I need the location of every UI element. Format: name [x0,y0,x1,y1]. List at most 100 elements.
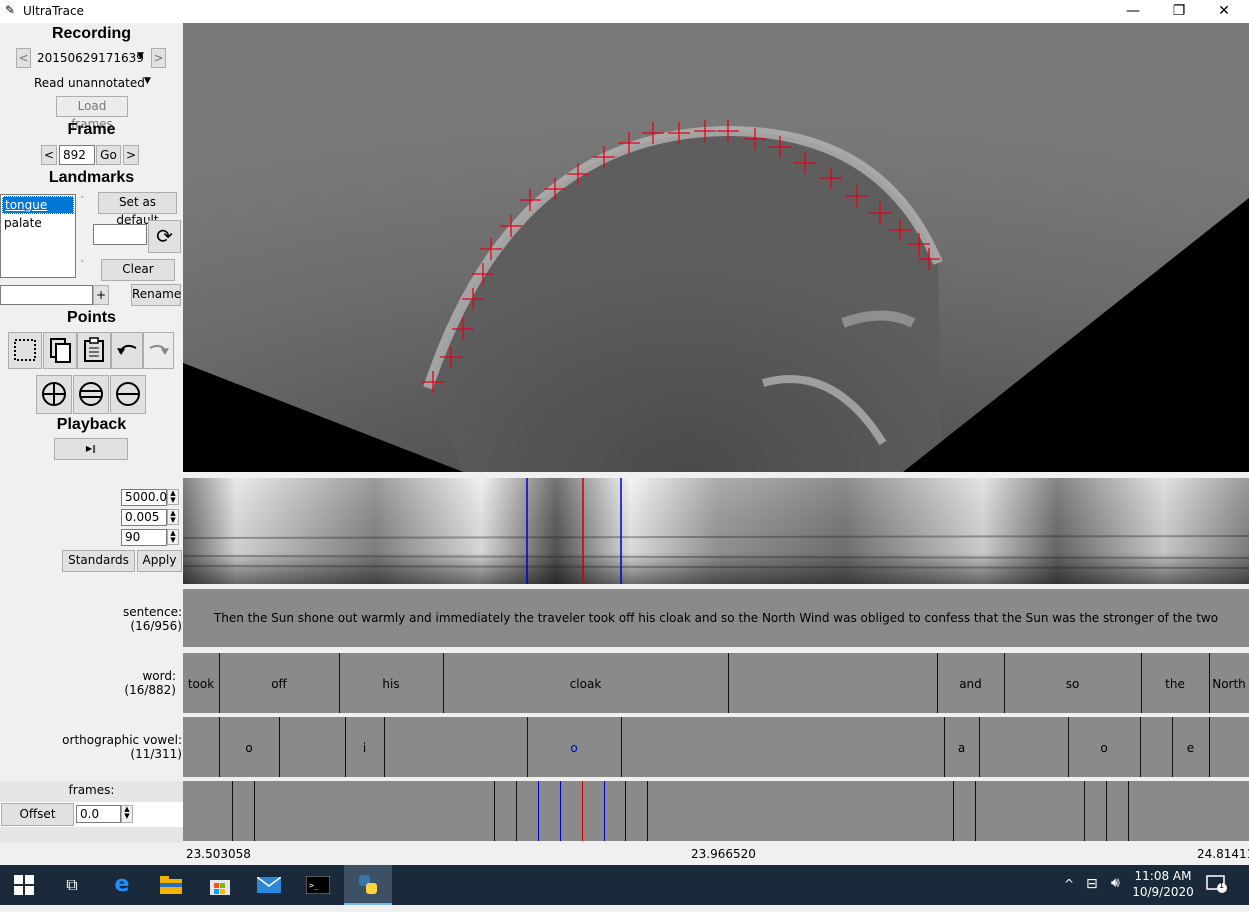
vowel-o-1[interactable]: o [219,741,279,755]
landmark-item-tongue[interactable]: tongue [2,196,74,214]
restore-icon[interactable]: ❐ [1156,0,1202,23]
recording-select[interactable]: 20150629171639 ▼ [37,51,155,65]
cursor-time: 23.966520 [691,847,756,861]
dynamic-range-spinner[interactable]: ▲ ▼ [167,529,179,545]
vowel-a[interactable]: a [944,741,979,755]
apply-button[interactable]: Apply [137,550,182,572]
set-default-button[interactable]: Set as default [98,192,177,227]
notification-count: 1 [1219,881,1225,890]
word-his[interactable]: his [339,677,443,691]
window-length-spinner[interactable]: ▲ ▼ [167,509,179,525]
landmark-item-palate[interactable]: palate [1,215,75,231]
end-time: 24.814119 [1197,847,1249,861]
new-landmark-input[interactable] [0,285,93,305]
select-region-icon [14,339,36,361]
equalize-points-button[interactable] [73,375,109,414]
frames-tier[interactable] [183,781,1249,841]
volume-icon[interactable]: 🔊︎ [1111,875,1120,891]
ultrasound-view[interactable] [183,23,1249,472]
word-so[interactable]: so [1004,677,1141,691]
vowel-label: orthographic vowel: [62,733,182,747]
max-freq-input[interactable]: 5000.0 [121,489,167,506]
chevron-up-icon[interactable]: ^ [1064,877,1074,891]
file-explorer-icon[interactable] [147,865,195,905]
chevron-down-icon: ▼ [137,51,144,61]
vowel-e[interactable]: e [1172,741,1209,755]
go-button[interactable]: Go [96,145,121,165]
close-icon[interactable]: ✕ [1201,0,1247,23]
offset-input[interactable]: 0.0 [76,805,121,823]
frame-prev-button[interactable]: < [41,145,57,165]
mail-icon[interactable] [245,865,293,905]
copy-button[interactable] [43,332,77,369]
control-panel: Recording < 20150629171639 ▼ > Read unan… [0,23,183,843]
windows-start-icon[interactable] [0,865,48,905]
frame-next-button[interactable]: > [123,145,139,165]
vowel-o-selected[interactable]: o [527,741,621,755]
window-length-input[interactable]: 0.005 [121,509,167,526]
offset-spinner[interactable]: ▲ ▼ [121,805,133,823]
word-tier-label: word: (16/882) [0,669,176,697]
filter-select[interactable]: Read unannotated ▼ [34,76,159,90]
recording-next-button[interactable]: > [151,48,166,68]
recording-heading: Recording [51,25,132,42]
landmarks-heading: Landmarks [48,169,135,186]
sentence-tier[interactable]: Then the Sun shone out warmly and immedi… [183,589,1249,647]
remove-point-button[interactable] [110,375,146,414]
sentence-text[interactable]: Then the Sun shone out warmly and immedi… [183,611,1249,625]
add-point-button[interactable] [36,375,72,414]
sentence-label: sentence: [123,605,182,619]
play-pause-button[interactable]: ▶‖ [54,438,128,460]
start-time: 23.503058 [186,847,251,861]
word-the[interactable]: the [1141,677,1209,691]
task-view-icon[interactable]: ⧉ [48,865,96,905]
python-app-icon[interactable] [344,865,392,905]
undo-button[interactable] [111,332,143,369]
word-count: (16/882) [124,683,176,697]
color-input[interactable] [93,224,147,245]
dynamic-range-input[interactable]: 90 [121,529,167,546]
word-tier[interactable]: took off his cloak and so the North [183,653,1249,713]
ultrasound-frame[interactable] [183,23,1249,472]
svg-text:>_: >_ [309,881,319,890]
word-took[interactable]: took [183,677,219,691]
minimize-icon[interactable]: — [1110,0,1156,23]
circle-plus-icon [42,382,66,406]
playback-heading: Playback [56,416,127,433]
redo-button[interactable] [143,332,174,369]
notifications-icon[interactable]: 1 [1206,875,1228,893]
select-region-button[interactable] [8,332,42,369]
vowel-tier[interactable]: o i o a o e [183,717,1249,777]
refresh-icon[interactable]: ⟳ [148,220,181,253]
clear-button[interactable]: Clear [101,259,175,281]
terminal-icon[interactable]: >_ [294,865,342,905]
word-off[interactable]: off [219,677,339,691]
word-north[interactable]: North [1209,677,1249,691]
vowel-o-2[interactable]: o [1068,741,1140,755]
word-cloak[interactable]: cloak [443,677,728,691]
scroll-down-icon[interactable]: ˅ [80,260,85,270]
paste-button[interactable] [77,332,111,369]
undo-icon [117,344,137,355]
add-landmark-button[interactable]: + [93,285,109,305]
store-icon[interactable] [196,865,244,905]
rename-button[interactable]: Rename [131,284,181,306]
scroll-up-icon[interactable]: ˄ [80,196,85,206]
max-freq-spinner[interactable]: ▲ ▼ [167,489,179,505]
vowel-i[interactable]: i [345,741,384,755]
landmark-scrollbar[interactable]: ˄ ˅ [78,194,92,278]
word-and[interactable]: and [937,677,1004,691]
edge-browser-icon[interactable]: e [98,865,146,905]
copy-icon [50,338,71,363]
landmark-listbox[interactable]: tongue palate [0,194,76,278]
clock[interactable]: 11:08 AM 10/9/2020 [1132,868,1194,900]
recording-prev-button[interactable]: < [16,48,31,68]
spectrogram[interactable] [183,478,1249,584]
frame-input[interactable]: 892 [59,145,95,165]
spectrogram-image[interactable] [183,478,1249,584]
load-frames-button[interactable]: Load frames [56,96,128,131]
offset-button[interactable]: Offset [1,803,74,826]
network-icon[interactable]: ⊟ [1086,876,1098,892]
standards-button[interactable]: Standards [62,550,135,572]
chevron-down-icon: ▼ [144,76,151,86]
